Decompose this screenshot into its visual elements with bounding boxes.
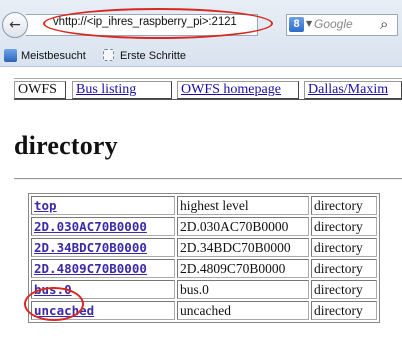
url-highlight-circle	[43, 8, 273, 39]
bookmarks-bar: Meistbesucht Erste Schritte	[0, 46, 402, 66]
type-cell: directory	[311, 280, 377, 299]
nav-owfs: OWFS	[14, 81, 66, 99]
bookmark-folder-icon	[4, 49, 17, 62]
name-cell: 2D.030AC70B0000	[31, 217, 175, 236]
dir-link-2d-030ac70b0000[interactable]: 2D.030AC70B0000	[34, 219, 147, 234]
nav-owfs-homepage[interactable]: OWFS homepage	[177, 81, 299, 99]
owfs-nav-bar: OWFS Bus listing OWFS homepage Dallas/Ma…	[14, 78, 402, 100]
nav-bus-listing[interactable]: Bus listing	[72, 81, 172, 99]
type-cell: directory	[311, 238, 377, 257]
divider	[14, 178, 402, 180]
bookmark-page-icon	[103, 49, 114, 61]
dir-link-top[interactable]: top	[34, 198, 57, 213]
type-cell: directory	[311, 259, 377, 278]
nav-bus-listing-link[interactable]: Bus listing	[76, 82, 136, 97]
type-cell: directory	[311, 217, 377, 236]
table-row: top highest level directory	[31, 196, 377, 215]
search-icon[interactable]: ⌕	[380, 15, 388, 33]
bookmark-erste-schritte[interactable]: Erste Schritte	[120, 50, 186, 62]
name-cell: 2D.34BDC70B0000	[31, 238, 175, 257]
table-row: 2D.4809C70B0000 2D.4809C70B0000 director…	[31, 259, 377, 278]
bookmark-meistbesucht[interactable]: Meistbesucht	[21, 50, 86, 62]
page-title: directory	[14, 131, 118, 160]
description-cell: 2D.4809C70B0000	[177, 259, 309, 278]
browser-toolbar: ← vhttp://<ip_ihres_raspberry_pi>:2121 8…	[0, 0, 402, 67]
name-cell: top	[31, 196, 175, 215]
search-engine-icon[interactable]: 8	[289, 17, 304, 32]
description-cell: uncached	[177, 301, 309, 320]
dir-link-2d-4809c70b0000[interactable]: 2D.4809C70B0000	[34, 261, 147, 276]
description-cell: bus.0	[177, 280, 309, 299]
table-row: 2D.34BDC70B0000 2D.34BDC70B0000 director…	[31, 238, 377, 257]
nav-dallas-maxim-link[interactable]: Dallas/Maxim	[308, 82, 388, 97]
nav-owfs-homepage-link[interactable]: OWFS homepage	[181, 82, 281, 97]
page-content: OWFS Bus listing OWFS homepage Dallas/Ma…	[0, 67, 402, 341]
nav-dallas-maxim[interactable]: Dallas/Maxim	[304, 81, 402, 99]
name-cell: 2D.4809C70B0000	[31, 259, 175, 278]
chevron-down-icon[interactable]: ▼	[306, 19, 312, 28]
table-row: bus.0 bus.0 directory	[31, 280, 377, 299]
description-cell: 2D.34BDC70B0000	[177, 238, 309, 257]
description-cell: highest level	[177, 196, 309, 215]
table-row: 2D.030AC70B0000 2D.030AC70B0000 director…	[31, 217, 377, 236]
back-button[interactable]: ←	[2, 12, 28, 38]
type-cell: directory	[311, 196, 377, 215]
type-cell: directory	[311, 301, 377, 320]
description-cell: 2D.030AC70B0000	[177, 217, 309, 236]
dir-link-2d-34bdc70b0000[interactable]: 2D.34BDC70B0000	[34, 240, 147, 255]
bus-highlight-circle	[24, 287, 84, 321]
back-arrow-icon: ←	[9, 17, 21, 33]
search-input[interactable]: Google	[314, 17, 353, 31]
